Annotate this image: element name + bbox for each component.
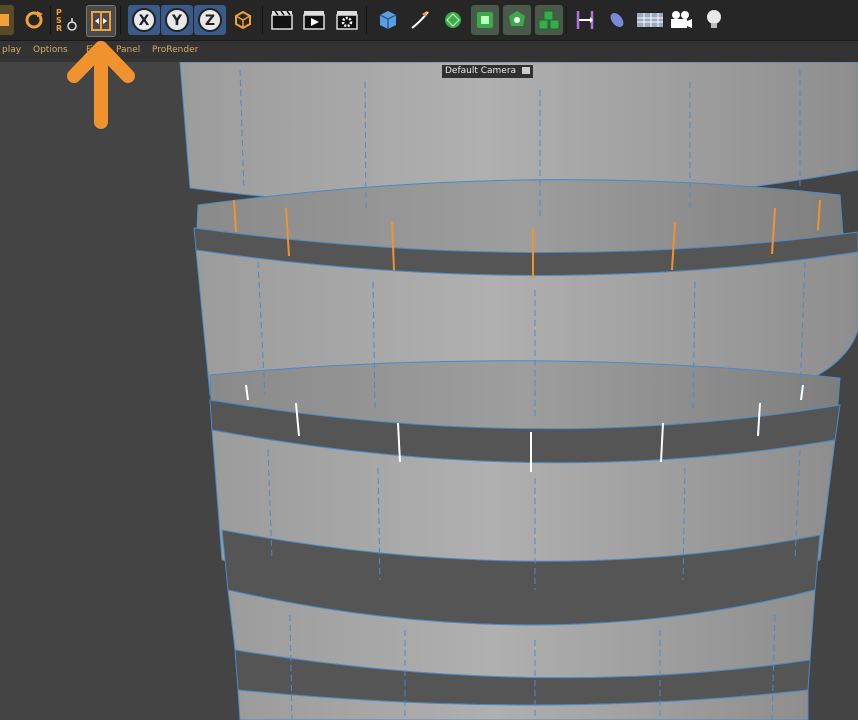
cylinder-mesh[interactable] (179, 62, 858, 720)
tag-button[interactable] (571, 5, 599, 35)
snap-bounds-button[interactable] (86, 5, 116, 37)
subdivision-surface-icon (445, 12, 461, 28)
deformer-icon (509, 11, 525, 26)
subdivision-surface-button[interactable] (439, 5, 467, 35)
menu-item-display[interactable]: play (2, 45, 21, 55)
sketch-button[interactable] (603, 5, 631, 35)
toolbar-separator (50, 6, 51, 34)
psr-letter-r: R (56, 24, 62, 33)
array-generator-button[interactable] (471, 5, 499, 35)
menu-item-options[interactable]: Options (33, 45, 68, 55)
toolbar-separator (262, 6, 263, 34)
axis-z-label: Z (205, 13, 215, 29)
main-toolbar: P S R X Y Z (0, 0, 858, 41)
render-to-picture-viewer-icon (303, 11, 325, 30)
render-settings-icon (336, 11, 358, 30)
axis-x-label: X (139, 13, 150, 29)
cube-primitive-icon (379, 11, 397, 29)
up-arrow-icon (67, 41, 135, 129)
camera-settings-icon (521, 67, 530, 74)
camera-label-text: Default Camera (445, 66, 517, 76)
mesh-canvas (179, 62, 858, 720)
psr-reset-icon: P S R (56, 8, 77, 33)
toolbar-separator (120, 6, 121, 34)
menu-item-prorender[interactable]: ProRender (152, 45, 198, 55)
floor-button[interactable] (634, 5, 666, 35)
pen-spline-icon (411, 11, 429, 29)
rotate-icon (25, 11, 43, 29)
psr-reset-button[interactable]: P S R (53, 5, 81, 35)
pen-spline-button[interactable] (406, 5, 434, 35)
axis-z-lock-button[interactable]: Z (194, 5, 226, 35)
coordinate-system-button[interactable] (229, 5, 257, 35)
coordinate-system-icon (235, 10, 251, 30)
move-tool-button[interactable] (0, 5, 14, 35)
move-tool-icon (0, 14, 9, 26)
toolbar-separator (566, 6, 567, 34)
axis-z-lock-icon: Z (198, 8, 222, 32)
snap-bounds-icon (91, 11, 111, 31)
camera-label[interactable]: Default Camera (442, 65, 533, 78)
mograph-cloner-icon (538, 10, 560, 30)
floor-icon (637, 13, 663, 27)
cube-primitive-button[interactable] (374, 5, 402, 35)
axis-y-lock-button[interactable]: Y (161, 5, 193, 35)
array-generator-icon (477, 12, 493, 28)
deformer-button[interactable] (503, 5, 531, 35)
sketch-icon (610, 13, 624, 27)
render-view-icon (271, 10, 293, 30)
camera-button[interactable] (667, 5, 695, 35)
rotate-tool-button[interactable] (20, 5, 48, 35)
light-button[interactable] (700, 5, 728, 35)
render-to-picture-viewer-button[interactable] (300, 5, 328, 35)
axis-y-lock-icon: Y (165, 8, 189, 32)
tag-icon (576, 11, 594, 29)
axis-x-lock-icon: X (132, 8, 156, 32)
camera-icon (671, 11, 692, 28)
render-view-button[interactable] (268, 5, 296, 35)
3d-viewport[interactable] (0, 62, 858, 720)
axis-y-label: Y (171, 13, 183, 29)
light-icon (707, 10, 721, 28)
mograph-cloner-button[interactable] (535, 5, 563, 35)
render-settings-button[interactable] (333, 5, 361, 35)
axis-x-lock-button[interactable]: X (128, 5, 160, 35)
toolbar-separator (366, 6, 367, 34)
